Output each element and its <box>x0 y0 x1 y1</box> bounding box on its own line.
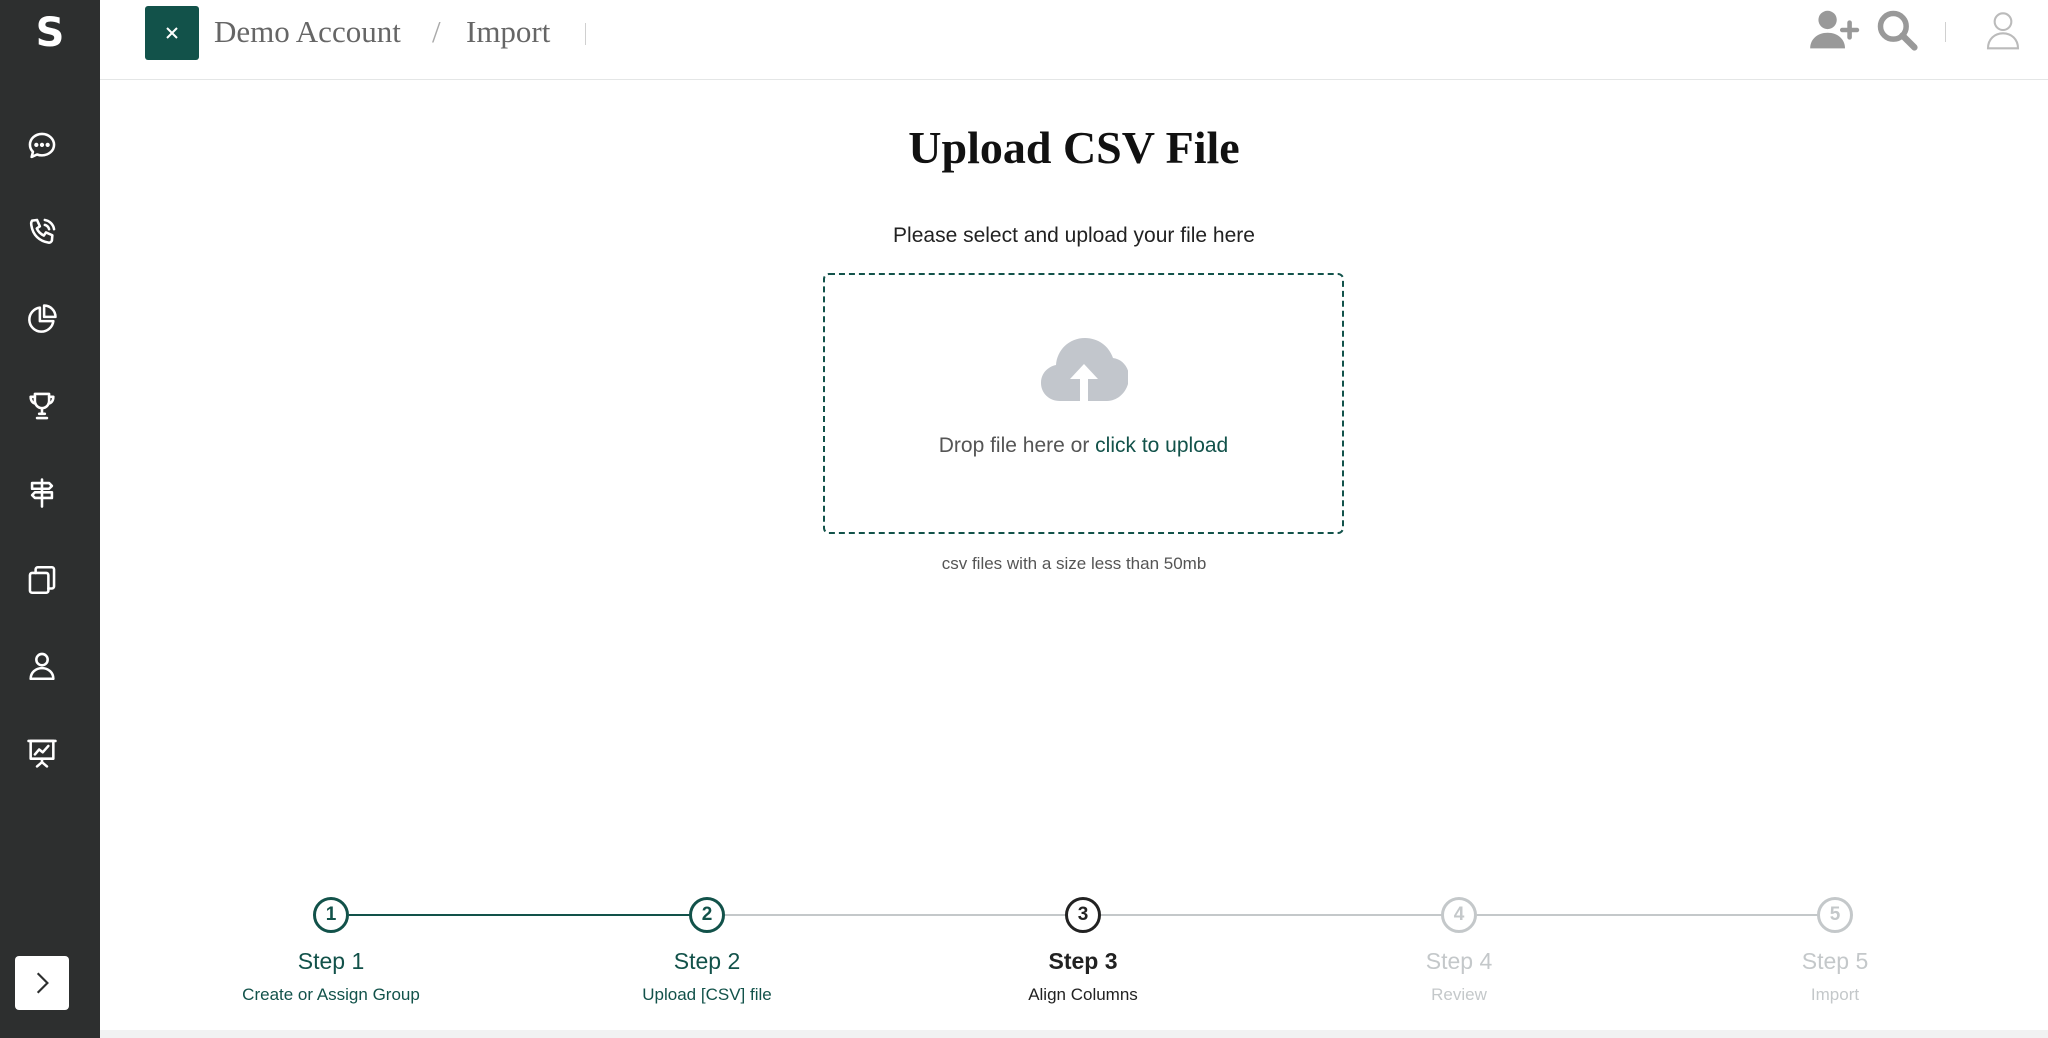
sidebar-item-routing[interactable] <box>22 473 62 513</box>
dropzone-label: Drop file here or <box>938 434 1096 457</box>
footer-strip <box>100 1030 2048 1038</box>
step-2-description: Upload [CSV] file <box>642 985 772 1004</box>
close-icon <box>166 27 178 39</box>
search-icon <box>1877 10 1918 51</box>
close-import-button[interactable] <box>145 6 199 60</box>
sidebar-item-analytics[interactable] <box>22 299 62 339</box>
chevron-right-icon <box>36 972 49 994</box>
upload-instructions: Please select and upload your file here <box>893 224 1255 247</box>
step-connector-1-2 <box>349 914 691 916</box>
step-connector-3-4 <box>1101 914 1443 916</box>
step-3-description: Align Columns <box>1028 985 1138 1004</box>
file-size-hint: csv files with a size less than 50mb <box>941 554 1207 573</box>
copy-icon <box>28 565 56 595</box>
add-user-icon <box>1810 10 1860 49</box>
step-3-title: Step 3 <box>1048 948 1118 974</box>
phone-icon <box>29 218 56 244</box>
sidebar: S <box>0 0 100 1038</box>
header-divider <box>585 23 586 45</box>
user-icon <box>29 652 55 681</box>
app-logo[interactable]: S <box>0 8 100 58</box>
step-2-indicator[interactable]: 2 <box>689 897 725 933</box>
pie-chart-icon <box>28 304 57 333</box>
expand-sidebar-button[interactable] <box>15 956 69 1010</box>
header-divider-right <box>1945 22 1946 42</box>
sidebar-item-reports[interactable] <box>22 733 62 773</box>
step-3-indicator[interactable]: 3 <box>1065 897 1101 933</box>
breadcrumb-current-page: Import <box>466 14 551 49</box>
sidebar-item-templates[interactable] <box>22 560 62 600</box>
sidebar-item-achievements[interactable] <box>22 386 62 426</box>
step-5-title: Step 5 <box>1801 948 1869 974</box>
trophy-icon <box>29 392 55 420</box>
breadcrumb-account[interactable]: Demo Account <box>214 14 401 50</box>
sidebar-item-contacts[interactable] <box>22 646 62 686</box>
step-2-title: Step 2 <box>673 948 741 974</box>
search-button[interactable] <box>1872 6 1922 54</box>
step-1-indicator[interactable]: 1 <box>313 897 349 933</box>
presentation-chart-icon <box>27 739 57 768</box>
profile-icon <box>1986 12 2020 50</box>
sidebar-item-calls[interactable] <box>22 212 62 252</box>
file-dropzone[interactable]: Drop file here or click to upload <box>823 273 1344 534</box>
step-1-title: Step 1 <box>297 948 365 974</box>
breadcrumb-separator: / <box>432 14 441 49</box>
sidebar-item-messages[interactable] <box>22 126 62 166</box>
click-to-upload-link[interactable]: click to upload <box>1095 434 1228 457</box>
chat-bubble-icon <box>28 132 56 159</box>
add-user-button[interactable] <box>1806 6 1862 54</box>
step-connector-4-5 <box>1477 914 1819 916</box>
step-connector-2-3 <box>725 914 1067 916</box>
page-title: Upload CSV File <box>908 122 1240 173</box>
step-5-description: Import <box>1810 985 1860 1004</box>
signpost-icon <box>30 478 54 508</box>
step-4-title: Step 4 <box>1425 948 1493 974</box>
cloud-upload-icon <box>1041 338 1128 401</box>
profile-button[interactable] <box>1978 6 2028 54</box>
step-5-indicator[interactable]: 5 <box>1817 897 1853 933</box>
step-4-description: Review <box>1431 985 1487 1004</box>
top-header: Demo Account / Import <box>100 0 2048 80</box>
step-1-description: Create or Assign Group <box>242 985 420 1004</box>
dropzone-text: Drop file here or click to upload <box>825 432 1342 460</box>
step-4-indicator[interactable]: 4 <box>1441 897 1477 933</box>
